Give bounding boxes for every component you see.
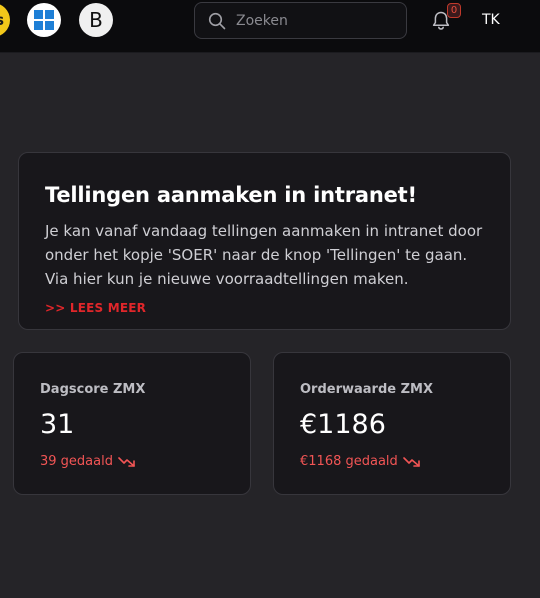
b-app-label: B xyxy=(89,8,103,32)
search-input[interactable] xyxy=(234,11,388,30)
stat-change: 39 gedaald xyxy=(40,454,136,469)
notification-count-badge: 0 xyxy=(447,3,461,18)
announcement-card: Tellingen aanmaken in intranet! Je kan v… xyxy=(18,152,511,330)
yellow-app-icon[interactable]: s xyxy=(0,3,10,37)
stat-change-text: 39 gedaald xyxy=(40,454,113,469)
search-icon xyxy=(208,12,226,29)
stat-value: 31 xyxy=(40,409,75,440)
search-box[interactable] xyxy=(194,2,407,39)
windows-icon[interactable] xyxy=(27,3,61,37)
stat-change: €1168 gedaald xyxy=(300,454,421,469)
stat-change-text: €1168 gedaald xyxy=(300,454,398,469)
trend-down-icon xyxy=(402,456,420,467)
top-bar: s B 0 TK xyxy=(0,0,540,53)
trend-down-icon xyxy=(118,456,135,467)
user-avatar[interactable]: TK xyxy=(482,12,500,28)
stat-value: €1186 xyxy=(300,409,386,440)
stat-card-dagscore: Dagscore ZMX 31 39 gedaald xyxy=(13,352,251,495)
stat-label: Orderwaarde ZMX xyxy=(300,382,433,397)
stat-card-orderwaarde: Orderwaarde ZMX €1186 €1168 gedaald xyxy=(273,352,511,495)
windows-logo xyxy=(34,10,54,30)
b-app-icon[interactable]: B xyxy=(79,3,113,37)
announcement-body: Je kan vanaf vandaag tellingen aanmaken … xyxy=(45,222,483,288)
announcement-title: Tellingen aanmaken in intranet! xyxy=(45,183,417,207)
read-more-link[interactable]: >> LEES MEER xyxy=(45,301,146,315)
yellow-app-label: s xyxy=(0,11,4,29)
stat-label: Dagscore ZMX xyxy=(40,382,146,397)
